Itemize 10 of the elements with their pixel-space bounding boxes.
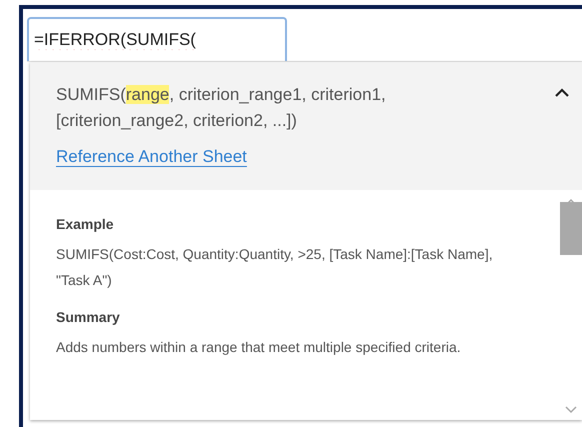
scrollbar-thumb[interactable]: [560, 202, 582, 255]
section-heading: Summary: [56, 308, 121, 327]
section-text: SUMIFS(Cost:Cost, Quantity:Quantity, >25, [Task Name]:[Task Name], "Task A"): [56, 245, 494, 290]
section-text: Adds numbers within a range that meet multiple specified criteria.: [56, 338, 462, 357]
section-heading: Example: [56, 215, 115, 234]
scroll-down-icon[interactable]: [565, 406, 577, 414]
formula-input[interactable]: =IFERROR(SUMIFS(: [27, 17, 287, 61]
function-signature: SUMIFS(range, criterion_range1, criterion1, [criterion_range2, criterion2, ...]): [56, 84, 387, 132]
reference-sheet-link[interactable]: Reference Another Sheet: [56, 144, 247, 170]
collapse-chevron-icon[interactable]: [554, 88, 570, 98]
